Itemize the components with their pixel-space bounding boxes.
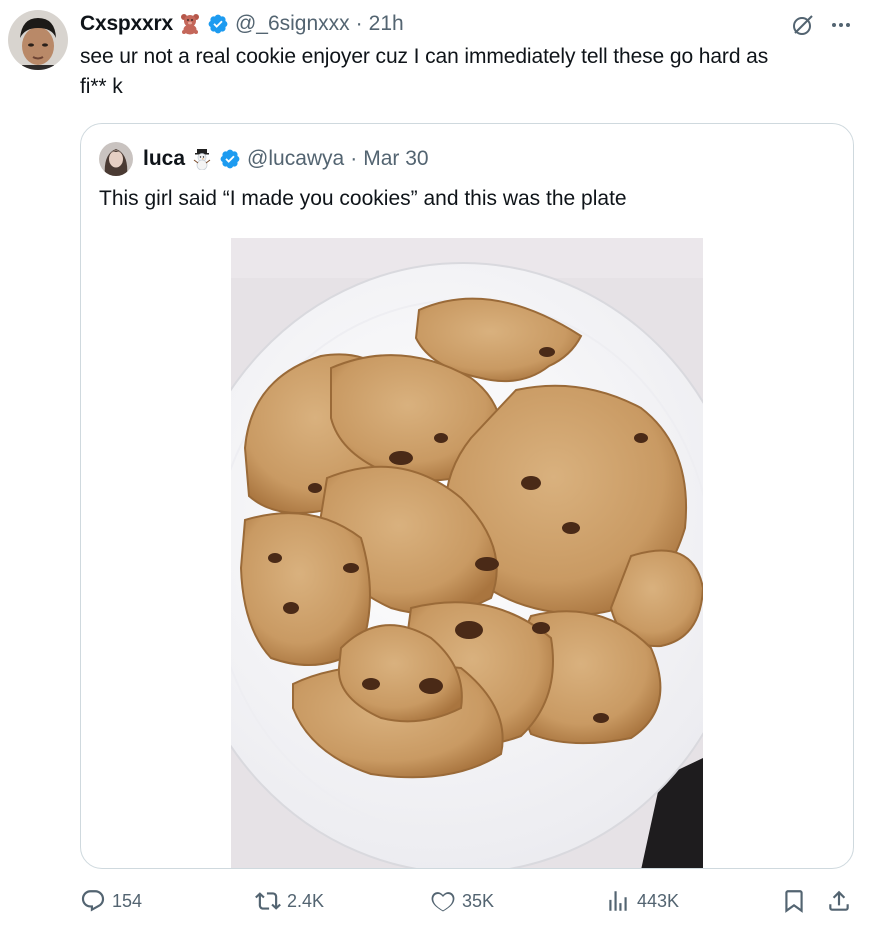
- repost-icon: [255, 892, 281, 910]
- tweet-text: see ur not a real cookie enjoyer cuz I c…: [80, 42, 850, 102]
- meta-separator: ·: [355, 12, 363, 35]
- reply-icon: [81, 890, 105, 912]
- quoted-tweet-card[interactable]: luca @lucawya · Mar 30 This girl said “I…: [80, 123, 854, 869]
- author-handle[interactable]: @_6signxxx: [235, 10, 350, 38]
- share-button[interactable]: [826, 888, 852, 914]
- quote-author-handle[interactable]: @lucawya: [247, 147, 344, 171]
- more-options-icon[interactable]: [828, 12, 854, 38]
- snowman-emoji-icon: [191, 148, 213, 170]
- quote-verified-badge-icon[interactable]: [219, 148, 241, 170]
- quote-media-photo[interactable]: [231, 238, 703, 868]
- quote-meta-separator: ·: [350, 147, 358, 170]
- view-count: 443K: [637, 890, 680, 911]
- share-icon: [829, 890, 849, 911]
- quote-author-avatar[interactable]: [99, 142, 133, 176]
- repost-button[interactable]: 2.4K: [255, 888, 324, 914]
- quote-author-display-name[interactable]: luca: [143, 147, 185, 171]
- tweet-text-censor: i** k: [85, 75, 123, 98]
- quote-date[interactable]: Mar 30: [363, 147, 428, 171]
- bookmark-button[interactable]: [781, 888, 807, 914]
- grok-icon[interactable]: [790, 12, 816, 38]
- heart-icon: [431, 892, 455, 912]
- views-button[interactable]: 443K: [605, 888, 679, 914]
- verified-badge-icon[interactable]: [207, 13, 229, 35]
- tweet: Cxspxxrx @_6signxxx · 21h see ur not a r…: [0, 0, 872, 928]
- like-count: 35K: [462, 890, 495, 911]
- tweet-text-line1: see ur not a real cookie enjoyer cuz I c…: [80, 45, 769, 68]
- quote-author-row: luca @lucawya · Mar 30: [99, 142, 429, 176]
- quote-text: This girl said “I made you cookies” and …: [99, 187, 627, 210]
- bear-emoji-icon: [179, 13, 201, 35]
- reply-count: 154: [112, 890, 143, 911]
- tweet-time[interactable]: 21h: [369, 10, 404, 38]
- tweet-action-bar: 154 2.4K 35K 443K: [0, 884, 872, 924]
- views-chart-icon: [609, 891, 627, 911]
- reply-button[interactable]: 154: [80, 888, 142, 914]
- author-row: Cxspxxrx @_6signxxx · 21h: [80, 10, 404, 38]
- like-button[interactable]: 35K: [430, 888, 494, 914]
- author-avatar[interactable]: [8, 10, 68, 70]
- header-actions: [790, 12, 854, 38]
- repost-count: 2.4K: [287, 890, 325, 911]
- bookmark-icon: [785, 890, 803, 913]
- author-display-name[interactable]: Cxspxxrx: [80, 10, 173, 38]
